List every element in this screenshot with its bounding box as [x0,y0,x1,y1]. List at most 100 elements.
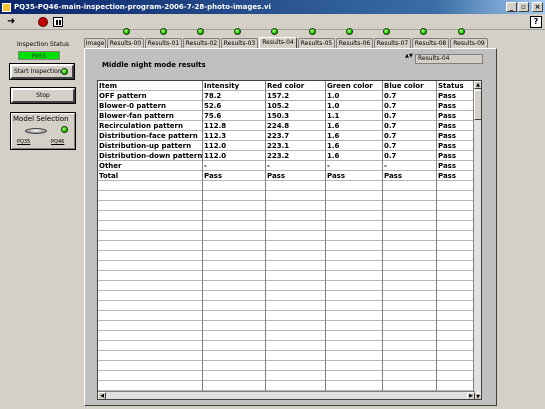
empty-cell[interactable] [266,341,325,351]
empty-cell[interactable] [437,311,474,321]
table-cell[interactable]: Pass [437,161,474,171]
empty-cell[interactable] [437,281,474,291]
pause-icon[interactable] [53,17,63,27]
empty-cell[interactable] [203,181,265,191]
empty-cell[interactable] [383,291,436,301]
empty-cell[interactable] [437,261,474,271]
table-cell[interactable]: 0.7 [383,141,436,151]
empty-cell[interactable] [98,361,202,371]
empty-cell[interactable] [383,351,436,361]
empty-cell[interactable] [437,181,474,191]
empty-cell[interactable] [383,271,436,281]
empty-cell[interactable] [437,361,474,371]
table-cell[interactable]: 112.0 [203,141,265,151]
table-cell[interactable]: 224.8 [266,121,325,131]
empty-cell[interactable] [266,361,325,371]
table-cell[interactable]: Pass [437,91,474,101]
table-cell[interactable]: Distribution-face pattern [98,131,202,141]
empty-cell[interactable] [98,271,202,281]
empty-cell[interactable] [326,181,382,191]
table-cell[interactable]: 0.7 [383,111,436,121]
empty-cell[interactable] [383,191,436,201]
empty-cell[interactable] [326,341,382,351]
empty-cell[interactable] [326,241,382,251]
empty-cell[interactable] [266,261,325,271]
empty-cell[interactable] [437,351,474,361]
empty-cell[interactable] [326,191,382,201]
empty-cell[interactable] [326,201,382,211]
table-cell[interactable]: 0.7 [383,121,436,131]
table-cell[interactable]: Recirculation pattern [98,121,202,131]
empty-cell[interactable] [383,261,436,271]
table-cell[interactable]: 157.2 [266,91,325,101]
empty-cell[interactable] [383,321,436,331]
table-cell[interactable]: Other [98,161,202,171]
empty-cell[interactable] [326,271,382,281]
empty-cell[interactable] [326,331,382,341]
empty-cell[interactable] [437,211,474,221]
empty-cell[interactable] [266,251,325,261]
empty-cell[interactable] [203,201,265,211]
table-cell[interactable]: Pass [437,121,474,131]
table-cell[interactable]: Blue color [383,81,436,91]
table-cell[interactable]: 52.6 [203,101,265,111]
empty-cell[interactable] [383,181,436,191]
table-cell[interactable]: Item [98,81,202,91]
scroll-down-icon[interactable]: ▼ [474,393,481,399]
empty-cell[interactable] [326,221,382,231]
table-cell[interactable]: 150.3 [266,111,325,121]
table-cell[interactable]: 1.6 [326,151,382,161]
empty-cell[interactable] [203,331,265,341]
empty-cell[interactable] [437,291,474,301]
table-cell[interactable]: - [266,161,325,171]
empty-cell[interactable] [203,231,265,241]
table-cell[interactable]: 75.6 [203,111,265,121]
empty-cell[interactable] [98,371,202,381]
empty-cell[interactable] [98,201,202,211]
empty-cell[interactable] [203,371,265,381]
empty-cell[interactable] [98,221,202,231]
empty-cell[interactable] [383,361,436,371]
table-cell[interactable]: OFF pattern [98,91,202,101]
empty-cell[interactable] [266,211,325,221]
empty-cell[interactable] [98,281,202,291]
empty-cell[interactable] [326,231,382,241]
minimize-button[interactable]: _ [506,2,517,12]
table-cell[interactable]: Pass [326,171,382,181]
table-cell[interactable]: - [383,161,436,171]
empty-cell[interactable] [266,381,325,391]
empty-cell[interactable] [437,271,474,281]
empty-cell[interactable] [203,321,265,331]
table-cell[interactable]: Pass [437,111,474,121]
empty-cell[interactable] [326,381,382,391]
table-cell[interactable]: 0.7 [383,101,436,111]
table-cell[interactable]: Status [437,81,474,91]
empty-cell[interactable] [326,281,382,291]
empty-cell[interactable] [383,231,436,241]
empty-cell[interactable] [203,361,265,371]
empty-cell[interactable] [437,371,474,381]
table-cell[interactable]: 223.2 [266,151,325,161]
empty-cell[interactable] [266,191,325,201]
restore-button[interactable]: ▫ [518,2,529,12]
table-cell[interactable]: Pass [266,171,325,181]
empty-cell[interactable] [98,211,202,221]
empty-cell[interactable] [437,321,474,331]
empty-cell[interactable] [203,291,265,301]
table-cell[interactable]: Pass [437,131,474,141]
empty-cell[interactable] [383,341,436,351]
table-cell[interactable]: Intensity [203,81,265,91]
table-cell[interactable]: 1.0 [326,91,382,101]
empty-cell[interactable] [326,261,382,271]
empty-cell[interactable] [98,341,202,351]
empty-cell[interactable] [437,251,474,261]
table-cell[interactable]: Pass [437,171,474,181]
table-cell[interactable]: Pass [383,171,436,181]
table-cell[interactable]: 1.6 [326,121,382,131]
empty-cell[interactable] [98,181,202,191]
empty-cell[interactable] [203,281,265,291]
empty-cell[interactable] [326,291,382,301]
empty-cell[interactable] [383,241,436,251]
empty-cell[interactable] [98,351,202,361]
table-cell[interactable]: Blower-0 pattern [98,101,202,111]
